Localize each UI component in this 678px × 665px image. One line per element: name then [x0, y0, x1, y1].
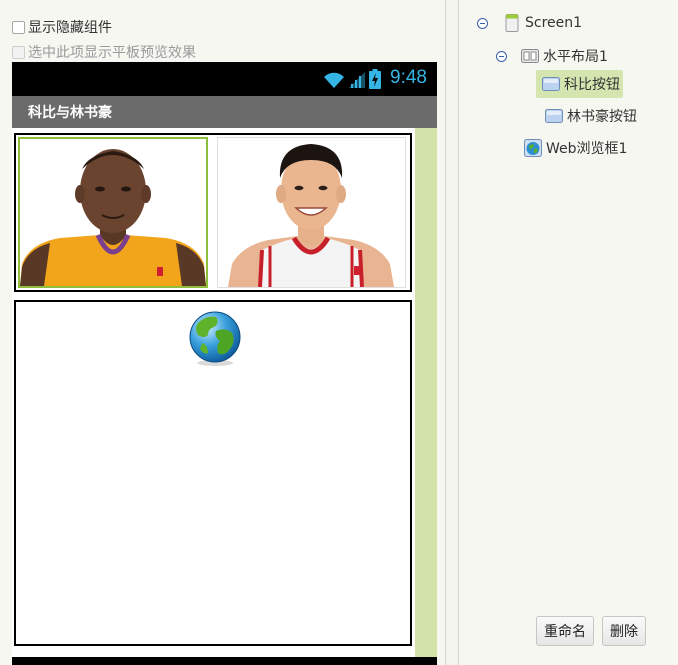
rename-button[interactable]: 重命名	[536, 616, 594, 646]
component-tree-panel: Screen1 水平布局1 科比按钮 林书豪按钮 Web浏览框1 重命名 删除	[458, 0, 678, 665]
phone-preview: 9:48 科比与林书豪	[12, 62, 437, 665]
tree-label-horizontal-layout: 水平布局1	[543, 49, 608, 65]
tablet-preview-label: 选中此项显示平板预览效果	[28, 45, 196, 61]
tree-node-horizontal-layout[interactable]: 水平布局1	[496, 46, 608, 66]
app-title: 科比与林书豪	[28, 105, 112, 121]
wifi-icon	[324, 72, 344, 88]
status-bar: 9:48	[12, 62, 437, 96]
clock: 9:48	[390, 67, 427, 88]
button-icon	[545, 109, 563, 123]
kobe-button[interactable]	[18, 137, 208, 288]
kobe-photo	[20, 139, 206, 286]
battery-icon	[369, 69, 381, 89]
viewer-panel: 显示隐藏组件 选中此项显示平板预览效果 9:48 科比与林书豪	[0, 0, 446, 665]
scroll-strip	[415, 128, 437, 665]
tree-node-screen1[interactable]: Screen1	[477, 14, 582, 32]
show-hidden-checkbox[interactable]: 显示隐藏组件	[12, 17, 112, 37]
tree-node-kobe-button[interactable]: 科比按钮	[536, 70, 623, 98]
lin-button[interactable]	[217, 137, 406, 288]
checkbox-box[interactable]	[12, 20, 25, 34]
tree-node-lin-button[interactable]: 林书豪按钮	[545, 106, 637, 126]
lin-photo	[218, 138, 405, 287]
status-icons	[323, 69, 381, 89]
show-hidden-label: 显示隐藏组件	[28, 20, 112, 36]
collapse-toggle-icon[interactable]	[477, 17, 488, 29]
screen-content	[12, 128, 437, 665]
tree-label-lin-button: 林书豪按钮	[567, 109, 637, 125]
web-viewer[interactable]	[14, 300, 412, 646]
tree-label-web-viewer: Web浏览框1	[546, 141, 628, 157]
checkbox-box[interactable]	[12, 45, 25, 59]
collapse-toggle-icon[interactable]	[496, 50, 507, 62]
button-icon	[542, 77, 560, 91]
horizontal-layout[interactable]	[14, 133, 412, 292]
tree-label-screen1: Screen1	[525, 15, 583, 31]
web-viewer-icon	[524, 139, 542, 157]
signal-icon	[349, 72, 365, 88]
delete-button[interactable]: 删除	[602, 616, 646, 646]
tablet-preview-checkbox[interactable]: 选中此项显示平板预览效果	[12, 42, 196, 62]
screen-icon	[505, 14, 519, 32]
tree-node-web-viewer[interactable]: Web浏览框1	[524, 138, 627, 158]
globe-icon	[189, 311, 241, 366]
horizontal-layout-icon	[521, 49, 539, 63]
tree-label-kobe-button: 科比按钮	[564, 77, 620, 93]
app-title-bar: 科比与林书豪	[12, 96, 437, 128]
navigation-bar	[12, 657, 437, 665]
